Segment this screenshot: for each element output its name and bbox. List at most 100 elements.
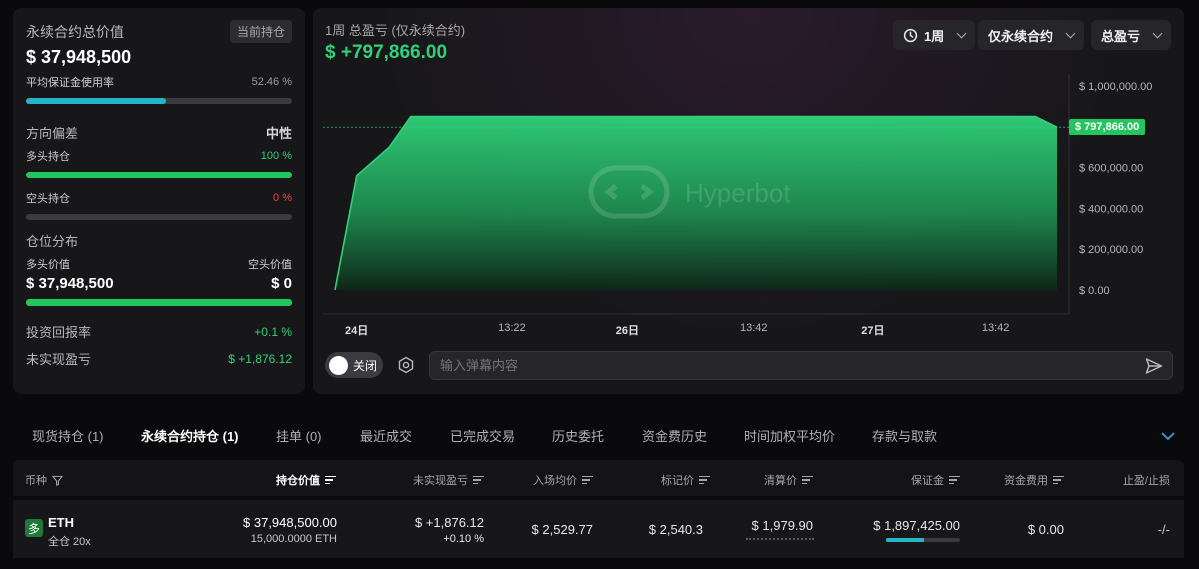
- roi-value: +0.1 %: [254, 324, 292, 339]
- roi-label: 投资回报率: [26, 325, 92, 340]
- distribution-label: 仓位分布: [26, 234, 79, 249]
- tab-3[interactable]: 挂单 (0): [276, 426, 322, 445]
- x-tick-label: 13:42: [739, 322, 768, 334]
- tpsl-value[interactable]: -/-: [1158, 522, 1170, 537]
- column-funding[interactable]: 资金费用: [1004, 472, 1064, 488]
- margin-usage-fill: [886, 538, 925, 542]
- liquidation-distance-indicator: [746, 538, 814, 540]
- filter-icon[interactable]: [52, 475, 63, 486]
- long-value: $ 37,948,500: [26, 275, 114, 292]
- long-position-fill: [26, 172, 292, 178]
- positions-tabs: 现货持仓 (1) 永续合约持仓 (1) 挂单 (0) 最近成交 已完成交易 历史委托 资金费…: [13, 420, 1184, 450]
- column-liq-price[interactable]: 清算价: [764, 472, 813, 488]
- direction-value: 中性: [265, 126, 292, 141]
- x-tick-label: 13:22: [498, 322, 526, 334]
- tab-9[interactable]: 存款与取款: [872, 426, 937, 445]
- tab-5[interactable]: 已完成交易: [450, 426, 515, 445]
- column-liq-price-label: 清算价: [764, 475, 797, 487]
- distribution-section: 仓位分布 多头价值 空头价值 $ 37,948,500 $ 0: [26, 231, 292, 306]
- short-position-bar: [26, 214, 292, 220]
- y-tick-label: $ 0.00: [1079, 285, 1110, 297]
- distribution-fill: [26, 299, 292, 306]
- tab-2[interactable]: 永续合约持仓 (1): [141, 426, 239, 445]
- tab-4[interactable]: 最近成交: [360, 426, 412, 445]
- column-coin[interactable]: 币种: [25, 472, 63, 488]
- liquidation-price: $ 1,979.90: [751, 518, 813, 533]
- margin-mode: 全仓 20x: [48, 536, 91, 548]
- unrealized-pnl-label: 未实现盈亏: [26, 352, 92, 367]
- send-icon[interactable]: [1144, 356, 1164, 376]
- margin-usage-value: 52.46 %: [251, 76, 292, 88]
- y-tick-label: $ 1,000,000.00: [1079, 81, 1152, 93]
- positions-table-header: 币种 持仓价值 未实现盈亏 入场均价 标记价 清算价 保证金 资金费用 止盈/止…: [13, 460, 1184, 496]
- margin-usage-bar: [26, 98, 292, 104]
- column-unrealized-pnl-label: 未实现盈亏: [413, 475, 468, 487]
- short-position-label: 空头持仓: [26, 193, 70, 205]
- column-mark-price[interactable]: 标记价: [661, 472, 710, 488]
- portfolio-summary-panel: 永续合约总价值 当前持仓 $ 37,948,500 平均保证金使用率 52.46…: [13, 8, 305, 394]
- tab-8[interactable]: 时间加权平均价: [744, 426, 835, 445]
- margin-value: $ 1,897,425.00: [873, 518, 960, 533]
- short-value-label: 空头价值: [248, 259, 292, 271]
- sort-icon: [582, 475, 593, 485]
- position-value: $ 37,948,500.00: [243, 515, 337, 530]
- sort-icon: [325, 475, 336, 485]
- direction-label: 方向偏差: [26, 126, 79, 141]
- long-side-badge: 多: [25, 519, 43, 537]
- entry-price: $ 2,529.77: [531, 522, 593, 537]
- danmaku-toggle[interactable]: 关闭: [325, 352, 383, 378]
- sort-icon: [1053, 475, 1064, 485]
- tab-6[interactable]: 历史委托: [552, 426, 604, 445]
- column-position-value[interactable]: 持仓价值: [276, 472, 336, 488]
- settings-icon[interactable]: [397, 356, 415, 374]
- y-tick-label: $ 600,000.00: [1079, 163, 1143, 175]
- pnl-chart-panel: 1周 总盈亏 (仅永续合约) $ +797,866.00 1周 仅永续合约 总盈…: [313, 8, 1184, 394]
- x-tick-label: 26日: [615, 325, 640, 337]
- current-value-tag: $ 797,866.00: [1069, 119, 1146, 136]
- y-tick-label: $ 200,000.00: [1079, 244, 1143, 256]
- margin-usage-label: 平均保证金使用率: [26, 77, 114, 89]
- column-margin[interactable]: 保证金: [911, 472, 960, 488]
- total-value-label: 永续合约总价值: [26, 23, 124, 40]
- column-funding-label: 资金费用: [1004, 475, 1048, 487]
- column-margin-label: 保证金: [911, 475, 944, 487]
- unrealized-pnl-pct: +0.10 %: [443, 533, 484, 545]
- table-row[interactable]: 多 ETH 全仓 20x $ 37,948,500.00 15,000.0000…: [13, 500, 1184, 558]
- long-position-pct: 100 %: [260, 150, 292, 162]
- direction-section: 方向偏差 中性 多头持仓 100 % 空头持仓 0 %: [26, 123, 292, 220]
- danmaku-input[interactable]: [430, 352, 1120, 379]
- margin-usage-fill: [26, 98, 166, 104]
- column-unrealized-pnl[interactable]: 未实现盈亏: [413, 472, 484, 488]
- toggle-label: 关闭: [353, 358, 378, 373]
- margin-usage-section: 平均保证金使用率 52.46 %: [26, 74, 292, 104]
- tab-1[interactable]: 现货持仓 (1): [32, 426, 104, 445]
- short-position-pct: 0 %: [273, 192, 292, 204]
- long-value-label: 多头价值: [26, 259, 70, 271]
- total-value-section: 永续合约总价值 当前持仓 $ 37,948,500: [26, 20, 292, 68]
- column-entry-price-label: 入场均价: [533, 475, 577, 487]
- unrealized-pnl-value: $ +1,876.12: [228, 351, 292, 366]
- position-size: 15,000.0000 ETH: [250, 533, 337, 545]
- long-position-label: 多头持仓: [26, 151, 70, 163]
- column-position-value-label: 持仓价值: [276, 475, 320, 487]
- x-tick-label: 24日: [345, 325, 369, 337]
- short-value: $ 0: [271, 275, 292, 292]
- x-tick-label: 13:42: [981, 322, 1010, 334]
- column-tpsl-label: 止盈/止损: [1122, 475, 1170, 487]
- distribution-bar: [26, 299, 292, 306]
- coin-symbol[interactable]: ETH: [48, 515, 74, 530]
- sort-icon: [473, 475, 484, 485]
- y-tick-label: $ 400,000.00: [1079, 203, 1143, 215]
- roi-section: 投资回报率 +0.1 % 未实现盈亏 $ +1,876.12: [26, 322, 292, 368]
- column-mark-price-label: 标记价: [661, 475, 694, 487]
- margin-usage-bar: [886, 538, 960, 542]
- sort-icon: [699, 475, 710, 485]
- column-entry-price[interactable]: 入场均价: [533, 472, 593, 488]
- current-positions-badge[interactable]: 当前持仓: [229, 20, 292, 43]
- unrealized-pnl: $ +1,876.12: [414, 515, 484, 530]
- mark-price: $ 2,540.3: [648, 522, 703, 537]
- sort-icon: [949, 475, 960, 485]
- tab-7[interactable]: 资金费历史: [642, 426, 707, 445]
- expand-chevron-icon[interactable]: [1161, 431, 1175, 441]
- toggle-knob: [329, 355, 348, 375]
